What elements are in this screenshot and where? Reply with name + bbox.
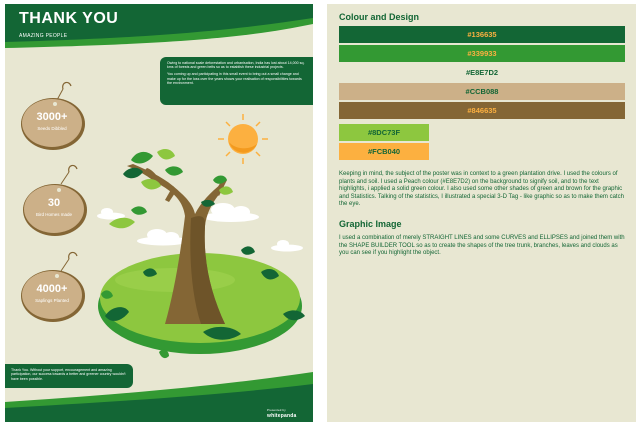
stat-number: 4000+ xyxy=(36,283,68,295)
colour-swatch: #339933 xyxy=(339,45,625,62)
poster: THANK YOU AMAZING PEOPLE Owing to nation… xyxy=(5,4,313,422)
graphic-description: I used a combination of merely STRAIGHT … xyxy=(339,235,625,257)
colour-swatch: #E8E7D2 xyxy=(339,64,625,81)
stat-number: 3000+ xyxy=(36,111,68,123)
thanks-box: Thank You. Without your support, encoura… xyxy=(5,364,133,388)
info-paragraph: Owing to national scale deforestation an… xyxy=(167,61,305,70)
stat-label: Seeds Dibbled xyxy=(37,126,67,131)
graphic-heading: Graphic Image xyxy=(339,219,402,229)
stat-tag: 30 Bird Homes made xyxy=(23,188,85,240)
colour-heading: Colour and Design xyxy=(339,12,420,22)
description-panel: Colour and Design #136635 #339933 #E8E7D… xyxy=(327,4,636,422)
stat-tag: 4000+ Saplings Planted xyxy=(21,274,83,326)
colour-description: Keeping in mind, the subject of the post… xyxy=(339,171,624,208)
credit-name: whitepanda xyxy=(267,413,297,419)
cloud-icon xyxy=(271,240,303,252)
credit-logo: Presented by whitepanda xyxy=(267,408,297,419)
stat-number: 30 xyxy=(47,197,61,209)
credit-prefix: Presented by xyxy=(267,408,286,412)
info-paragraph: You coming up and participating in this … xyxy=(167,72,302,85)
cloud-icon xyxy=(97,208,125,220)
stat-label: Saplings Planted xyxy=(35,298,69,303)
colour-swatch: #136635 xyxy=(339,26,625,43)
colour-swatch: #846635 xyxy=(339,102,625,119)
stat-label: Bird Homes made xyxy=(35,212,72,217)
colour-swatch: #FCB040 xyxy=(339,143,429,160)
poster-title: THANK YOU xyxy=(19,10,119,27)
sun-icon xyxy=(218,114,268,164)
colour-swatch: #CCB088 xyxy=(339,83,625,100)
cloud-icon xyxy=(137,229,189,246)
stat-tag: 3000+ Seeds Dibbled xyxy=(21,102,83,154)
colour-swatch: #8DC73F xyxy=(339,124,429,141)
poster-subtitle: AMAZING PEOPLE xyxy=(19,33,68,39)
info-box: Owing to national scale deforestation an… xyxy=(160,57,313,105)
